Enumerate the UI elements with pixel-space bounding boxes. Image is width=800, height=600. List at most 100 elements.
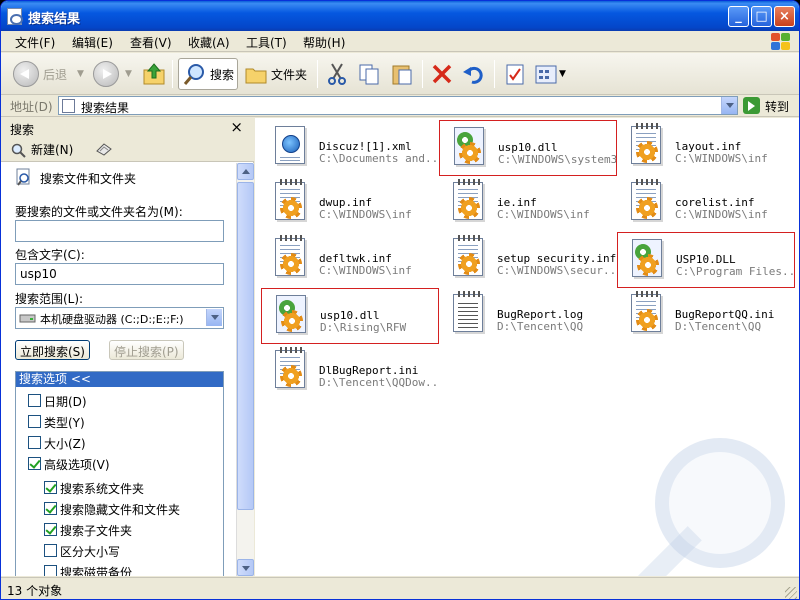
option-checkbox[interactable] (44, 565, 57, 576)
filename-label: 要搜索的文件或文件夹名为(M): (15, 205, 183, 219)
result-item[interactable]: usp10.dll C:\WINDOWS\system32 (439, 120, 617, 176)
windows-logo-icon (769, 32, 791, 51)
result-item[interactable]: USP10.DLL C:\Program Files... (617, 232, 795, 288)
search-history-button[interactable] (95, 141, 113, 160)
filename-input[interactable] (15, 220, 224, 242)
result-item[interactable]: setup security.inf C:\WINDOWS\secur... (439, 232, 617, 288)
scroll-down-button[interactable] (237, 559, 254, 576)
notepad-spiral (458, 235, 480, 241)
option-label: 日期(D) (44, 395, 87, 409)
search-results-icon (62, 99, 75, 113)
gear-icon (637, 254, 659, 276)
forward-dropdown-icon[interactable]: ▼ (125, 69, 132, 79)
forward-button[interactable]: ▼ (93, 58, 132, 90)
option-label: 大小(Z) (44, 437, 86, 451)
result-item[interactable]: dwup.inf C:\WINDOWS\inf (261, 176, 439, 232)
result-icon (623, 123, 665, 170)
properties-icon (506, 64, 524, 85)
back-dropdown-icon[interactable]: ▼ (77, 69, 84, 79)
menu-view[interactable]: 查看(V) (130, 34, 172, 51)
resize-grip[interactable] (785, 587, 797, 599)
address-input[interactable]: 搜索结果 (58, 96, 738, 115)
paste-button[interactable] (390, 58, 414, 90)
xml-file-icon (275, 126, 305, 164)
menu-favorites[interactable]: 收藏(A) (188, 34, 230, 51)
results-pane: Discuz![1].xml C:\Documents and... usp10.d… (255, 118, 799, 576)
result-path: D:\Tencent\QQ (497, 320, 584, 333)
option-checkbox[interactable] (28, 415, 41, 428)
result-item[interactable]: corelist.inf C:\WINDOWS\inf (617, 176, 795, 232)
undo-button[interactable] (462, 58, 486, 90)
maximize-button[interactable]: □ (751, 6, 772, 27)
result-item[interactable]: defltwk.inf C:\WINDOWS\inf (261, 232, 439, 288)
result-item[interactable]: layout.inf C:\WINDOWS\inf (617, 120, 795, 176)
folders-button[interactable]: 文件夹 (244, 58, 307, 90)
stop-search-button[interactable]: 停止搜索(P) (109, 340, 184, 360)
notepad-spiral (280, 179, 302, 185)
option-label: 搜索子文件夹 (60, 524, 133, 538)
result-path: C:\WINDOWS\inf (319, 208, 412, 221)
result-item[interactable]: DlBugReport.ini D:\Tencent\QQDow... (261, 344, 439, 400)
new-search-button[interactable]: 新建(N) (10, 141, 73, 158)
search-options-header[interactable]: 搜索选项 << (16, 372, 223, 387)
notepad-spiral (458, 179, 480, 185)
views-button[interactable]: ▼ (534, 58, 566, 90)
scope-select[interactable]: 本机硬盘驱动器 (C:;D:;E:;F:) (15, 307, 224, 329)
result-icon (446, 125, 488, 171)
go-arrow-icon[interactable] (743, 97, 760, 114)
views-dropdown-icon[interactable]: ▼ (559, 69, 566, 79)
go-button[interactable]: 转到 (765, 98, 789, 115)
window-title: 搜索结果 (28, 12, 81, 27)
result-item[interactable]: Discuz![1].xml C:\Documents and... (261, 120, 439, 176)
delete-button[interactable] (430, 58, 454, 90)
scroll-up-button[interactable] (237, 163, 254, 180)
stop-search-label: 停止搜索(P) (114, 345, 179, 359)
search-pane-header: 搜索 × (1, 118, 254, 138)
search-now-button[interactable]: 立即搜索(S) (15, 340, 90, 360)
result-path: C:\Program Files... (676, 265, 794, 278)
search-toolbar-button[interactable]: 搜索 (178, 58, 238, 90)
address-dropdown-button[interactable] (721, 97, 737, 114)
copy-button[interactable] (357, 58, 381, 90)
title-bar[interactable]: 搜索结果 _ □ × (1, 1, 799, 31)
result-path: C:\WINDOWS\inf (675, 208, 768, 221)
folder-icon (245, 68, 267, 84)
log-file-icon (453, 291, 483, 332)
result-item[interactable]: BugReport.log D:\Tencent\QQ (439, 288, 617, 344)
properties-button[interactable] (503, 58, 527, 90)
menu-tools[interactable]: 工具(T) (246, 34, 287, 51)
scope-dropdown-button[interactable] (206, 309, 222, 326)
up-folder-button[interactable] (142, 58, 166, 90)
result-icon (267, 179, 309, 226)
result-item[interactable]: ie.inf C:\WINDOWS\inf (439, 176, 617, 232)
result-path: C:\Documents and... (319, 152, 437, 165)
option-checkbox[interactable] (28, 394, 41, 407)
option-checkbox[interactable] (28, 457, 41, 470)
option-label: 搜索系统文件夹 (60, 482, 145, 496)
gear-icon (280, 253, 302, 275)
option-checkbox[interactable] (44, 481, 57, 494)
settings-file-icon (631, 179, 661, 220)
option-checkbox[interactable] (44, 544, 57, 557)
back-button[interactable]: 后退 ▼ (13, 58, 84, 90)
option-checkbox[interactable] (44, 502, 57, 515)
option-checkbox[interactable] (28, 436, 41, 449)
minimize-button[interactable]: _ (728, 6, 749, 27)
search-pane-close-icon[interactable]: × (230, 118, 243, 136)
menu-edit[interactable]: 编辑(E) (72, 34, 113, 51)
cut-button[interactable] (325, 58, 349, 90)
result-item[interactable]: BugReportQQ.ini D:\Tencent\QQ (617, 288, 795, 344)
search-pane-scrollbar[interactable] (237, 163, 254, 576)
gear-icon (636, 141, 658, 163)
contains-input[interactable]: usp10 (15, 263, 224, 285)
menu-help[interactable]: 帮助(H) (303, 34, 345, 51)
search-heading: 搜索文件和文件夹 (40, 172, 137, 186)
folders-label: 文件夹 (271, 67, 308, 82)
scroll-thumb[interactable] (237, 182, 254, 510)
option-checkbox[interactable] (44, 523, 57, 536)
result-icon (445, 235, 487, 282)
menu-file[interactable]: 文件(F) (15, 34, 55, 51)
scissors-icon (328, 63, 346, 85)
close-button[interactable]: × (774, 6, 795, 27)
result-item[interactable]: usp10.dll D:\Rising\RFW (261, 288, 439, 344)
